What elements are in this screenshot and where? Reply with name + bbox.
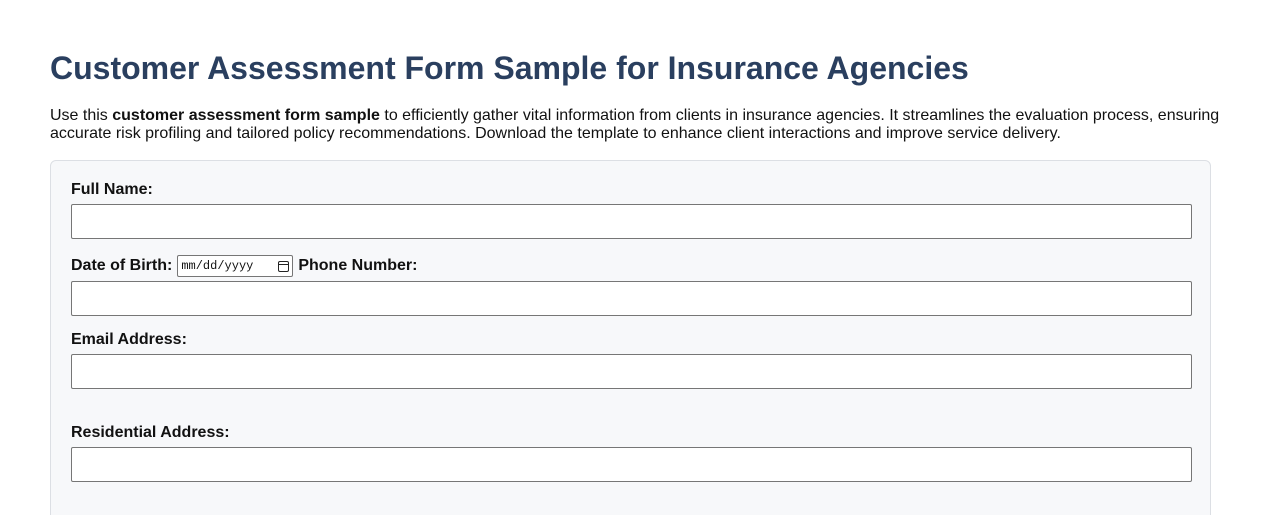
intro-bold-phrase: customer assessment form sample xyxy=(112,107,380,124)
full-name-label: Full Name: xyxy=(71,181,153,198)
email-input[interactable] xyxy=(71,354,1192,389)
dob-date-input[interactable]: mm/dd/yyyy xyxy=(177,255,294,277)
address-label: Residential Address: xyxy=(71,424,230,441)
email-label: Email Address: xyxy=(71,331,187,348)
dob-phone-row: Date of Birth: mm/dd/yyyy Phone Number: xyxy=(71,255,417,277)
page: Customer Assessment Form Sample for Insu… xyxy=(0,0,1263,515)
calendar-icon[interactable] xyxy=(278,260,290,272)
dob-label: Date of Birth: xyxy=(71,257,173,274)
intro-paragraph: Use this customer assessment form sample… xyxy=(50,107,1220,143)
page-title: Customer Assessment Form Sample for Insu… xyxy=(50,50,969,86)
phone-label: Phone Number: xyxy=(298,257,418,274)
phone-input[interactable] xyxy=(71,281,1192,316)
dob-placeholder: mm/dd/yyyy xyxy=(181,259,254,273)
full-name-input[interactable] xyxy=(71,204,1192,239)
address-input[interactable] xyxy=(71,447,1192,482)
intro-prefix: Use this xyxy=(50,107,113,124)
assessment-form: Full Name: Date of Birth: mm/dd/yyyy Pho… xyxy=(50,160,1211,515)
